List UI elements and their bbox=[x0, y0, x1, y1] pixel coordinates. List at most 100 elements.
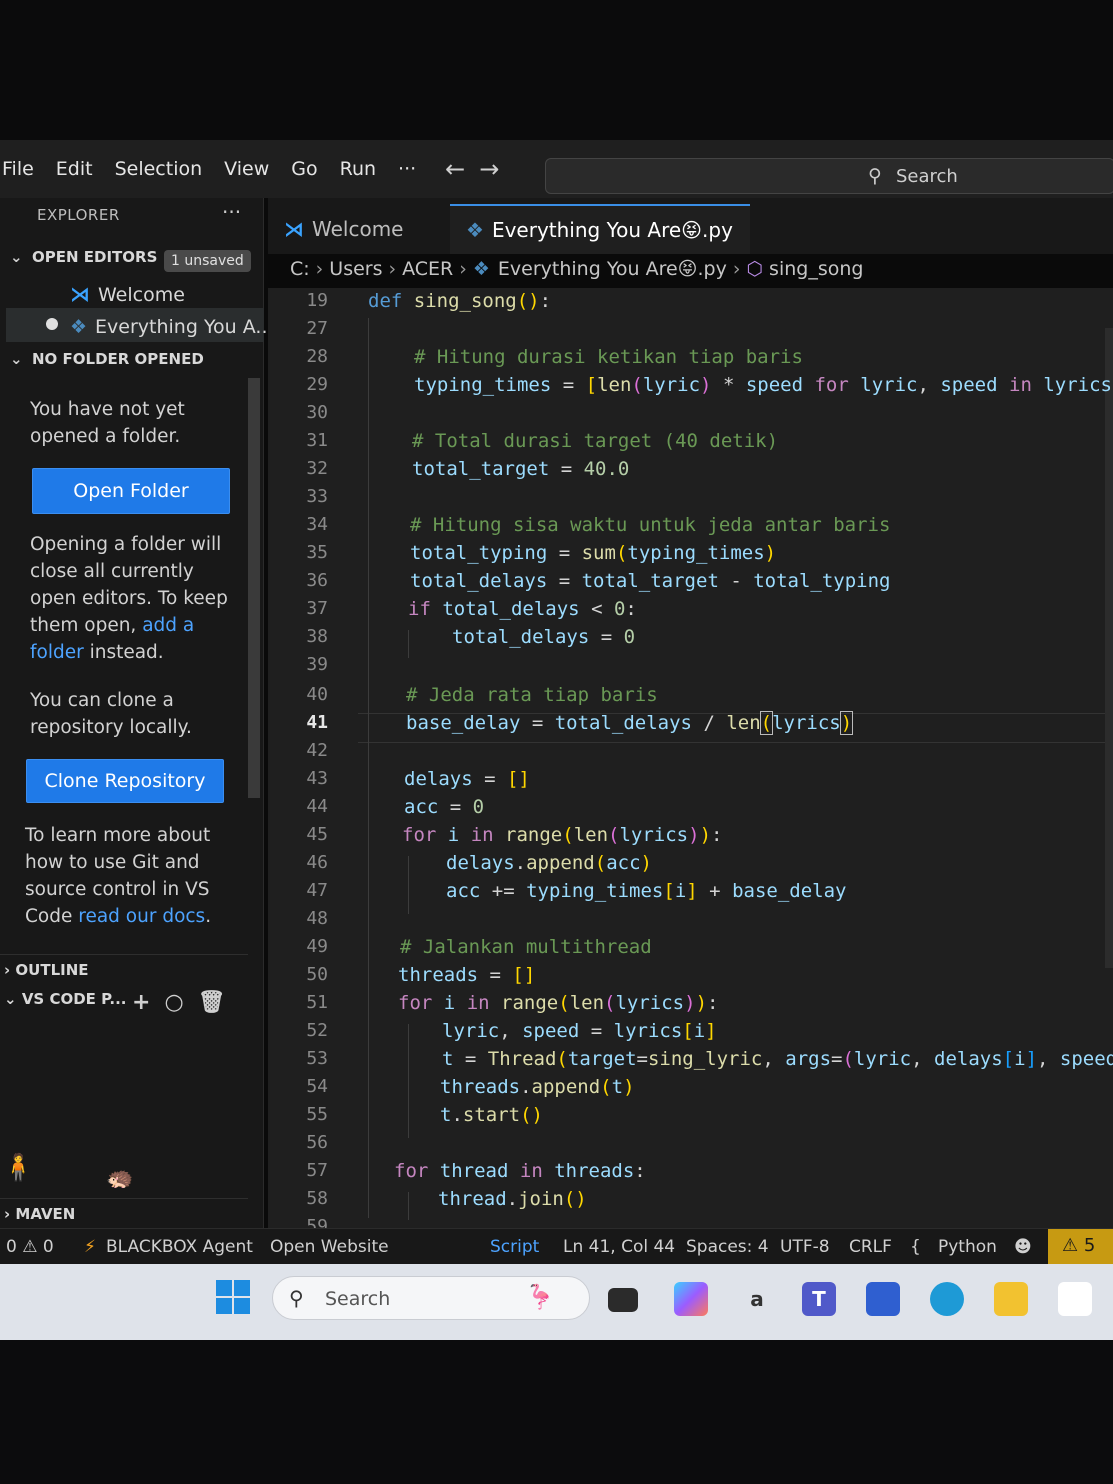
outline-header[interactable]: › OUTLINE bbox=[0, 954, 248, 979]
trash-icon[interactable]: 🗑 bbox=[198, 990, 240, 1015]
menu-go[interactable]: Go bbox=[280, 158, 328, 180]
indent-guide bbox=[408, 630, 409, 658]
python-file-icon: ❖ bbox=[70, 316, 88, 338]
line-number: 49 bbox=[306, 936, 328, 957]
menu-more[interactable]: ··· bbox=[387, 158, 427, 180]
line-number: 42 bbox=[306, 740, 328, 761]
menu-edit[interactable]: Edit bbox=[45, 158, 104, 180]
code-line: acc += typing_times[i] + base_delay bbox=[446, 880, 847, 902]
line-number: 41 bbox=[306, 712, 328, 733]
line-number: 36 bbox=[306, 570, 328, 591]
open-folder-button[interactable]: Open Folder bbox=[32, 468, 230, 514]
open-editor-python-file[interactable]: ❖ Everything You A... bbox=[70, 316, 274, 338]
command-search-box[interactable]: ⚲ Search bbox=[545, 158, 1113, 194]
line-number: 37 bbox=[306, 598, 328, 619]
breadcrumb-drive[interactable]: C: bbox=[290, 258, 310, 280]
breadcrumb-file[interactable]: Everything You Are😝.py bbox=[498, 258, 727, 280]
code-line: # Hitung durasi ketikan tiap baris bbox=[414, 346, 803, 368]
cursor-position[interactable]: Ln 41, Col 44 bbox=[563, 1237, 675, 1257]
arrow-left-icon[interactable]: ← bbox=[445, 155, 465, 183]
indent-guide bbox=[408, 1192, 409, 1220]
line-number: 30 bbox=[306, 402, 328, 423]
taskbar-search-placeholder: Search bbox=[325, 1288, 391, 1310]
code-editor[interactable]: 19 27 28 29 30 31 32 33 34 35 36 37 38 39 40 41 42 43 44 45… bbox=[268, 288, 1113, 1230]
task-view-icon[interactable] bbox=[608, 1288, 638, 1312]
no-folder-message: You have not yet opened a folder. bbox=[30, 399, 185, 447]
amazon-app-icon[interactable] bbox=[1058, 1282, 1092, 1316]
indent-guide bbox=[408, 1024, 409, 1138]
explorer-more-icon[interactable]: ··· bbox=[222, 200, 241, 224]
menu-view[interactable]: View bbox=[213, 158, 280, 180]
tab-python-label: Everything You Are😝.py bbox=[491, 218, 733, 242]
code-line: for i in range(len(lyrics)): bbox=[402, 824, 723, 846]
breadcrumb-acer[interactable]: ACER bbox=[402, 258, 453, 280]
no-folder-header[interactable]: ⌄ NO FOLDER OPENED bbox=[10, 350, 204, 368]
microsoft-store-icon[interactable] bbox=[866, 1282, 900, 1316]
code-line: delays.append(acc) bbox=[446, 852, 652, 874]
language-mode[interactable]: Python bbox=[938, 1237, 997, 1257]
line-number: 38 bbox=[306, 626, 328, 647]
indent-guide bbox=[408, 856, 409, 914]
code-line: # Jeda rata tiap baris bbox=[406, 684, 658, 706]
code-line: delays = [] bbox=[404, 768, 530, 790]
line-number: 44 bbox=[306, 796, 328, 817]
breadcrumb-users[interactable]: Users bbox=[329, 258, 382, 280]
code-line: total_typing = sum(typing_times) bbox=[410, 542, 777, 564]
line-number: 35 bbox=[306, 542, 328, 563]
read-docs-link[interactable]: read our docs bbox=[78, 906, 205, 927]
code-line: base_delay = total_delays / len(lyrics) bbox=[406, 711, 854, 735]
arrow-right-icon[interactable]: → bbox=[479, 155, 499, 183]
breadcrumb-symbol[interactable]: sing_song bbox=[769, 258, 863, 280]
line-ending[interactable]: CRLF bbox=[849, 1237, 892, 1257]
code-line: # Jalankan multithread bbox=[400, 936, 652, 958]
maven-label: MAVEN bbox=[15, 1205, 76, 1223]
tab-welcome[interactable]: ⋊ Welcome bbox=[268, 204, 448, 254]
line-number: 46 bbox=[306, 852, 328, 873]
warning-badge[interactable]: ⚠ 5 bbox=[1048, 1229, 1113, 1265]
windows-start-icon[interactable] bbox=[216, 1280, 250, 1314]
line-number: 45 bbox=[306, 824, 328, 845]
opening-folder-message: Opening a folder will close all currentl… bbox=[30, 531, 240, 666]
menu-file[interactable]: File bbox=[0, 158, 45, 180]
sidebar-scrollbar[interactable] bbox=[248, 378, 260, 798]
code-line: total_delays = 0 bbox=[452, 626, 636, 648]
line-number: 33 bbox=[306, 486, 328, 507]
clone-repository-button[interactable]: Clone Repository bbox=[26, 759, 224, 803]
teams-icon[interactable]: T bbox=[802, 1282, 836, 1316]
problems-indicator[interactable]: 0 ⚠ 0 bbox=[6, 1237, 54, 1257]
code-line: lyric, speed = lyrics[i] bbox=[442, 1020, 717, 1042]
taskbar-search[interactable]: ⚲ Search 🦩 bbox=[272, 1276, 590, 1320]
indent-guide bbox=[368, 318, 369, 1218]
tab-python-file[interactable]: ❖ Everything You Are😝.py bbox=[450, 204, 750, 254]
circle-icon[interactable]: ○ bbox=[164, 990, 197, 1015]
open-editor-python-label: Everything You A... bbox=[95, 316, 274, 338]
amazon-icon[interactable]: a bbox=[740, 1282, 774, 1316]
open-editors-header[interactable]: ⌄ OPEN EDITORS bbox=[10, 248, 157, 266]
menu-run[interactable]: Run bbox=[329, 158, 387, 180]
copilot-app-icon[interactable] bbox=[674, 1282, 708, 1316]
line-number: 58 bbox=[306, 1188, 328, 1209]
line-number: 52 bbox=[306, 1020, 328, 1041]
vscode-pets-header[interactable]: ⌄ VS CODE P... +○🗑 bbox=[0, 990, 248, 1015]
msg2-text: Opening a folder will close all currentl… bbox=[30, 534, 228, 636]
code-line: typing_times = [len(lyric) * speed for l… bbox=[414, 374, 1113, 396]
code-line: def sing_song(): bbox=[368, 290, 552, 312]
indentation[interactable]: Spaces: 4 bbox=[686, 1237, 769, 1257]
line-number: 40 bbox=[306, 684, 328, 705]
menu-selection[interactable]: Selection bbox=[104, 158, 214, 180]
script-indicator[interactable]: Script bbox=[490, 1237, 539, 1257]
maven-header[interactable]: › MAVEN bbox=[0, 1198, 248, 1223]
open-website[interactable]: Open Website bbox=[270, 1237, 389, 1257]
unsaved-dot-icon[interactable] bbox=[46, 318, 58, 330]
open-editor-welcome[interactable]: ⋊ Welcome bbox=[70, 282, 185, 306]
blackbox-agent[interactable]: BLACKBOX Agent bbox=[106, 1237, 253, 1257]
copilot-icon[interactable]: ☻ bbox=[1014, 1237, 1032, 1257]
file-explorer-icon[interactable] bbox=[994, 1282, 1028, 1316]
editor-scrollbar[interactable] bbox=[1105, 328, 1113, 968]
encoding[interactable]: UTF-8 bbox=[780, 1237, 830, 1257]
vscode-icon: ⋊ bbox=[70, 282, 90, 306]
code-line: if total_delays < 0: bbox=[408, 598, 637, 620]
code-line: for i in range(len(lyrics)): bbox=[398, 992, 719, 1014]
add-icon[interactable]: + bbox=[132, 990, 164, 1015]
edge-icon[interactable] bbox=[930, 1282, 964, 1316]
